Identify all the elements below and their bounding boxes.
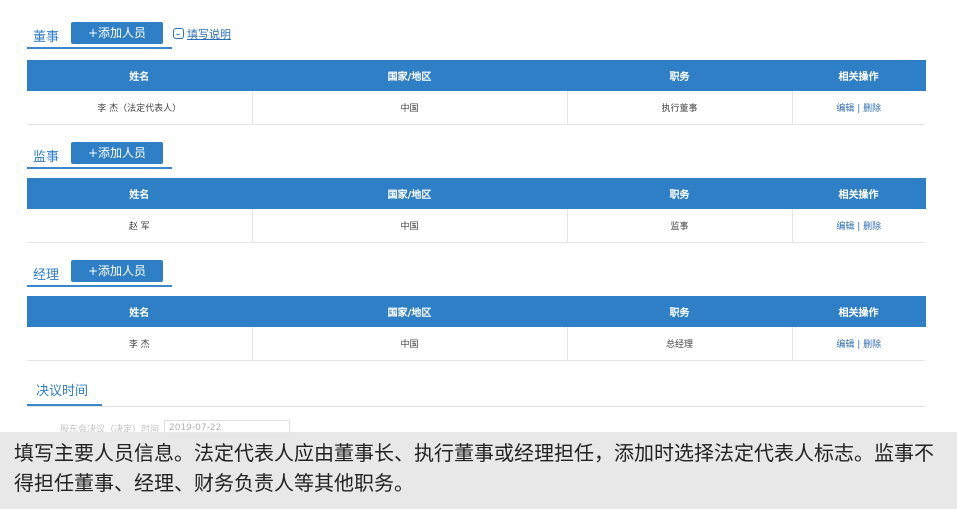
person-country: 中国 [252, 209, 568, 243]
person-name: 赵 军 [27, 209, 253, 243]
supervisors-table: 姓名 国家/地区 职务 相关操作 赵 军 中国 监事 编辑 | 删除 [27, 178, 926, 243]
table-header-row: 姓名 国家/地区 职务 相关操作 [27, 178, 926, 209]
header-position: 职务 [567, 296, 793, 327]
managers-table: 姓名 国家/地区 职务 相关操作 李 杰 中国 总经理 编辑 | 删除 [27, 296, 926, 361]
delete-link[interactable]: 删除 [863, 222, 881, 232]
person-country: 中国 [252, 91, 568, 125]
managers-header: 经理 +添加人员 [27, 260, 925, 288]
fill-instructions-link[interactable]: 填写说明 [173, 26, 231, 42]
managers-title: 经理 [33, 268, 60, 283]
supervisors-title: 监事 [33, 150, 60, 165]
add-director-button[interactable]: +添加人员 [71, 22, 163, 44]
header-country: 国家/地区 [252, 60, 568, 91]
table-row: 李 杰 中国 总经理 编辑 | 删除 [27, 327, 925, 361]
fill-instructions-label: 填写说明 [187, 28, 231, 41]
supervisors-header: 监事 +添加人员 [27, 142, 925, 170]
edit-link[interactable]: 编辑 [836, 104, 854, 114]
action-separator: | [857, 221, 861, 232]
person-name: 李 杰 [27, 327, 253, 361]
managers-underline [27, 285, 172, 287]
add-manager-button[interactable]: +添加人员 [71, 260, 163, 282]
header-name: 姓名 [27, 60, 253, 91]
person-name: 李 杰（法定代表人） [27, 91, 253, 125]
header-name: 姓名 [27, 296, 253, 327]
table-header-row: 姓名 国家/地区 职务 相关操作 [27, 60, 926, 91]
directors-section: 董事 +添加人员 填写说明 姓名 国家/地区 职务 相关操作 李 杰（法定代表人… [27, 22, 926, 125]
header-position: 职务 [567, 60, 793, 91]
supervisors-section: 监事 +添加人员 姓名 国家/地区 职务 相关操作 赵 军 中国 监事 编辑 |… [27, 142, 926, 243]
edit-link[interactable]: 编辑 [836, 340, 854, 350]
directors-header: 董事 +添加人员 填写说明 [27, 22, 925, 50]
directors-underline [27, 47, 172, 49]
decision-section: 决议时间 [27, 370, 925, 410]
directors-title: 董事 [33, 30, 60, 45]
person-position: 总经理 [567, 327, 793, 361]
table-row: 赵 军 中国 监事 编辑 | 删除 [27, 209, 925, 243]
delete-link[interactable]: 删除 [863, 104, 881, 114]
header-position: 职务 [567, 178, 793, 209]
supervisors-underline [27, 167, 172, 169]
header-actions: 相关操作 [792, 178, 926, 209]
delete-link[interactable]: 删除 [863, 340, 881, 350]
caption-overlay: 填写主要人员信息。法定代表人应由董事长、执行董事或经理担任，添加时选择法定代表人… [0, 432, 957, 509]
help-icon [173, 28, 184, 39]
row-actions: 编辑 | 删除 [792, 327, 925, 361]
header-country: 国家/地区 [252, 296, 568, 327]
person-position: 监事 [567, 209, 793, 243]
table-row: 李 杰（法定代表人） 中国 执行董事 编辑 | 删除 [27, 91, 925, 125]
header-name: 姓名 [27, 178, 253, 209]
header-country: 国家/地区 [252, 178, 568, 209]
action-separator: | [857, 339, 861, 350]
person-position: 执行董事 [567, 91, 793, 125]
row-actions: 编辑 | 删除 [792, 91, 925, 125]
header-actions: 相关操作 [792, 60, 926, 91]
action-separator: | [857, 103, 861, 114]
decision-divider [27, 406, 925, 407]
person-country: 中国 [252, 327, 568, 361]
add-supervisor-button[interactable]: +添加人员 [71, 142, 163, 164]
decision-title: 决议时间 [36, 384, 89, 399]
edit-link[interactable]: 编辑 [836, 222, 854, 232]
managers-section: 经理 +添加人员 姓名 国家/地区 职务 相关操作 李 杰 中国 总经理 编辑 … [27, 260, 926, 361]
row-actions: 编辑 | 删除 [792, 209, 925, 243]
directors-table: 姓名 国家/地区 职务 相关操作 李 杰（法定代表人） 中国 执行董事 编辑 |… [27, 60, 926, 125]
header-actions: 相关操作 [792, 296, 926, 327]
table-header-row: 姓名 国家/地区 职务 相关操作 [27, 296, 926, 327]
